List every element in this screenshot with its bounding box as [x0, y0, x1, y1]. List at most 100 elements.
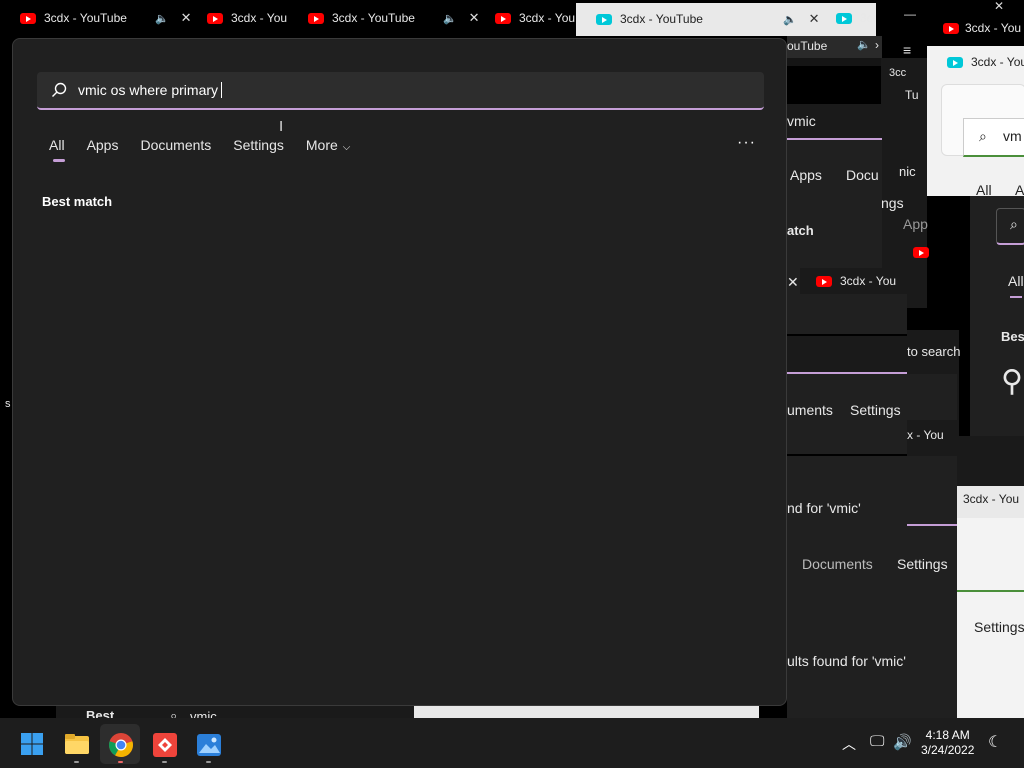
youtube-icon	[947, 57, 963, 68]
ghost-fragment: 3cdx - You	[957, 486, 1024, 518]
ghost-text: uments	[787, 402, 833, 418]
ghost-text: App	[903, 216, 928, 232]
youtube-icon	[207, 12, 223, 24]
search-query-text: vmic os where primary	[78, 82, 223, 98]
minimize-icon[interactable]: —	[904, 2, 924, 26]
ghost-text: 3cc	[889, 67, 907, 79]
playlist-icon: ≡	[903, 42, 912, 58]
ghost-fragment	[957, 436, 1024, 486]
search-panel: vmic os where primary I All Apps Documen…	[12, 38, 787, 706]
tab-title: 3cc	[860, 11, 876, 25]
chrome-icon[interactable]	[108, 732, 134, 758]
running-indicator	[118, 761, 123, 763]
ghost-fragment	[787, 336, 907, 372]
browser-tab[interactable]: 3cdx - You	[207, 6, 289, 30]
speaker-icon[interactable]: 🔈	[783, 13, 797, 26]
tab-more-label: More	[305, 137, 338, 153]
close-tab-icon[interactable]: ✕	[181, 10, 192, 26]
browser-tab[interactable]: 3cc	[836, 6, 876, 30]
ghost-text: 3cdx - You	[840, 274, 897, 288]
clock[interactable]: 4:18 AM 3/24/2022	[921, 728, 974, 758]
ghost-fragment	[787, 58, 882, 66]
ghost-text: Apps	[790, 167, 822, 183]
volume-icon[interactable]: 🔊	[893, 733, 912, 751]
more-options-icon[interactable]: ···	[737, 134, 756, 152]
ghost-fragment: 3cdx - You	[800, 268, 910, 294]
ghost-fragment: ⌕ All Best ⚲	[970, 196, 1024, 436]
filter-tabs: All Apps Documents Settings More ⌵	[49, 137, 372, 162]
ghost-text: Documents	[802, 556, 873, 572]
ghost-text: 3cdx - You	[971, 55, 1024, 69]
youtube-icon	[495, 12, 511, 24]
ghost-fragment: 3cdx - You	[927, 12, 1024, 46]
ghost-fragment: ouTube 🔈 ›	[787, 36, 882, 58]
youtube-icon	[596, 13, 612, 25]
tab-title: 3cdx - YouTube	[44, 11, 127, 25]
network-icon[interactable]: 🖵	[870, 733, 884, 750]
file-explorer-icon[interactable]	[64, 732, 90, 758]
tab-apps[interactable]: Apps	[87, 137, 119, 153]
close-icon: ✕	[787, 274, 799, 290]
speaker-icon: 🔈	[857, 39, 871, 51]
ghost-fragment: Best ⌕ vmic	[56, 706, 414, 724]
youtube-icon	[20, 12, 36, 24]
running-indicator	[162, 761, 167, 763]
ghost-search: vmic	[787, 104, 882, 138]
tab-title: 3cdx - You	[519, 11, 575, 25]
youtube-icon	[943, 23, 959, 34]
chevron-up-icon[interactable]: ︿	[842, 734, 856, 754]
youtube-icon	[913, 247, 929, 258]
start-icon[interactable]	[20, 732, 46, 758]
search-icon: ⌕	[1010, 216, 1018, 232]
youtube-icon	[308, 12, 324, 24]
browser-tab[interactable]: 3cdx - YouTube 🔈 ✕	[20, 6, 200, 30]
speaker-icon[interactable]: 🔈	[443, 12, 457, 25]
ghost-text: x - You	[907, 428, 944, 442]
ghost-text: Settings	[974, 619, 1024, 635]
tab-more[interactable]: More ⌵	[306, 137, 351, 153]
running-indicator	[206, 761, 211, 763]
tab-all[interactable]: All	[49, 137, 65, 162]
close-tab-icon[interactable]: ✕	[809, 11, 820, 27]
ghost-underline	[907, 524, 957, 526]
ghost-text: 3cdx - You	[963, 492, 1020, 506]
ghost-light-window: Settings	[957, 518, 1024, 718]
clock-time: 4:18 AM	[925, 728, 970, 742]
active-browser-tab[interactable]: 3cdx - YouTube 🔈 ✕	[576, 3, 876, 36]
notification-icon[interactable]: ☾	[988, 732, 1002, 752]
search-icon: ⚲	[1001, 365, 1023, 398]
tab-title: 3cdx - YouTube	[332, 11, 415, 25]
ghost-text: nic	[899, 164, 916, 179]
photos-icon[interactable]	[196, 732, 222, 758]
ghost-fragment: ults found for 'vmic'	[787, 590, 957, 718]
ghost-fragment	[414, 706, 759, 718]
ghost-text: All	[1008, 273, 1024, 289]
ghost-fragment	[787, 294, 907, 334]
ghost-text: atch	[787, 223, 814, 238]
ghost-text: ouTube	[787, 39, 828, 53]
youtube-icon	[816, 276, 832, 287]
tab-title: 3cdx - YouTube	[620, 12, 703, 26]
ghost-text: to search	[907, 344, 961, 359]
ghost-text: vm	[1003, 128, 1022, 144]
anydesk-icon[interactable]	[152, 732, 178, 758]
ghost-text: ults found for 'vmic'	[787, 653, 906, 669]
browser-tab[interactable]: 3cdx - You	[495, 6, 575, 30]
ghost-text: nd for 'vmic'	[787, 500, 861, 516]
best-match-heading: Best match	[42, 194, 113, 209]
tab-settings[interactable]: Settings	[233, 137, 284, 153]
chevron-icon: ›	[875, 38, 879, 52]
tab-documents[interactable]: Documents	[140, 137, 211, 153]
close-tab-icon[interactable]: ✕	[469, 10, 480, 26]
search-input[interactable]: vmic os where primary I	[37, 72, 764, 135]
browser-tab[interactable]: 3cdx - YouTube 🔈 ✕	[308, 6, 484, 30]
ghost-fragment: s	[0, 395, 12, 415]
ghost-text: Tu	[905, 88, 919, 102]
ghost-text: Docu	[846, 167, 879, 183]
chevron-down-icon: ⌵	[342, 142, 351, 153]
text-caret	[221, 82, 223, 98]
ghost-light-window: 3cdx - You ⌕ vm All A	[927, 46, 1024, 198]
speaker-icon[interactable]: 🔈	[155, 12, 169, 25]
ghost-fragment: x - You	[907, 420, 959, 456]
clock-date: 3/24/2022	[921, 743, 975, 757]
